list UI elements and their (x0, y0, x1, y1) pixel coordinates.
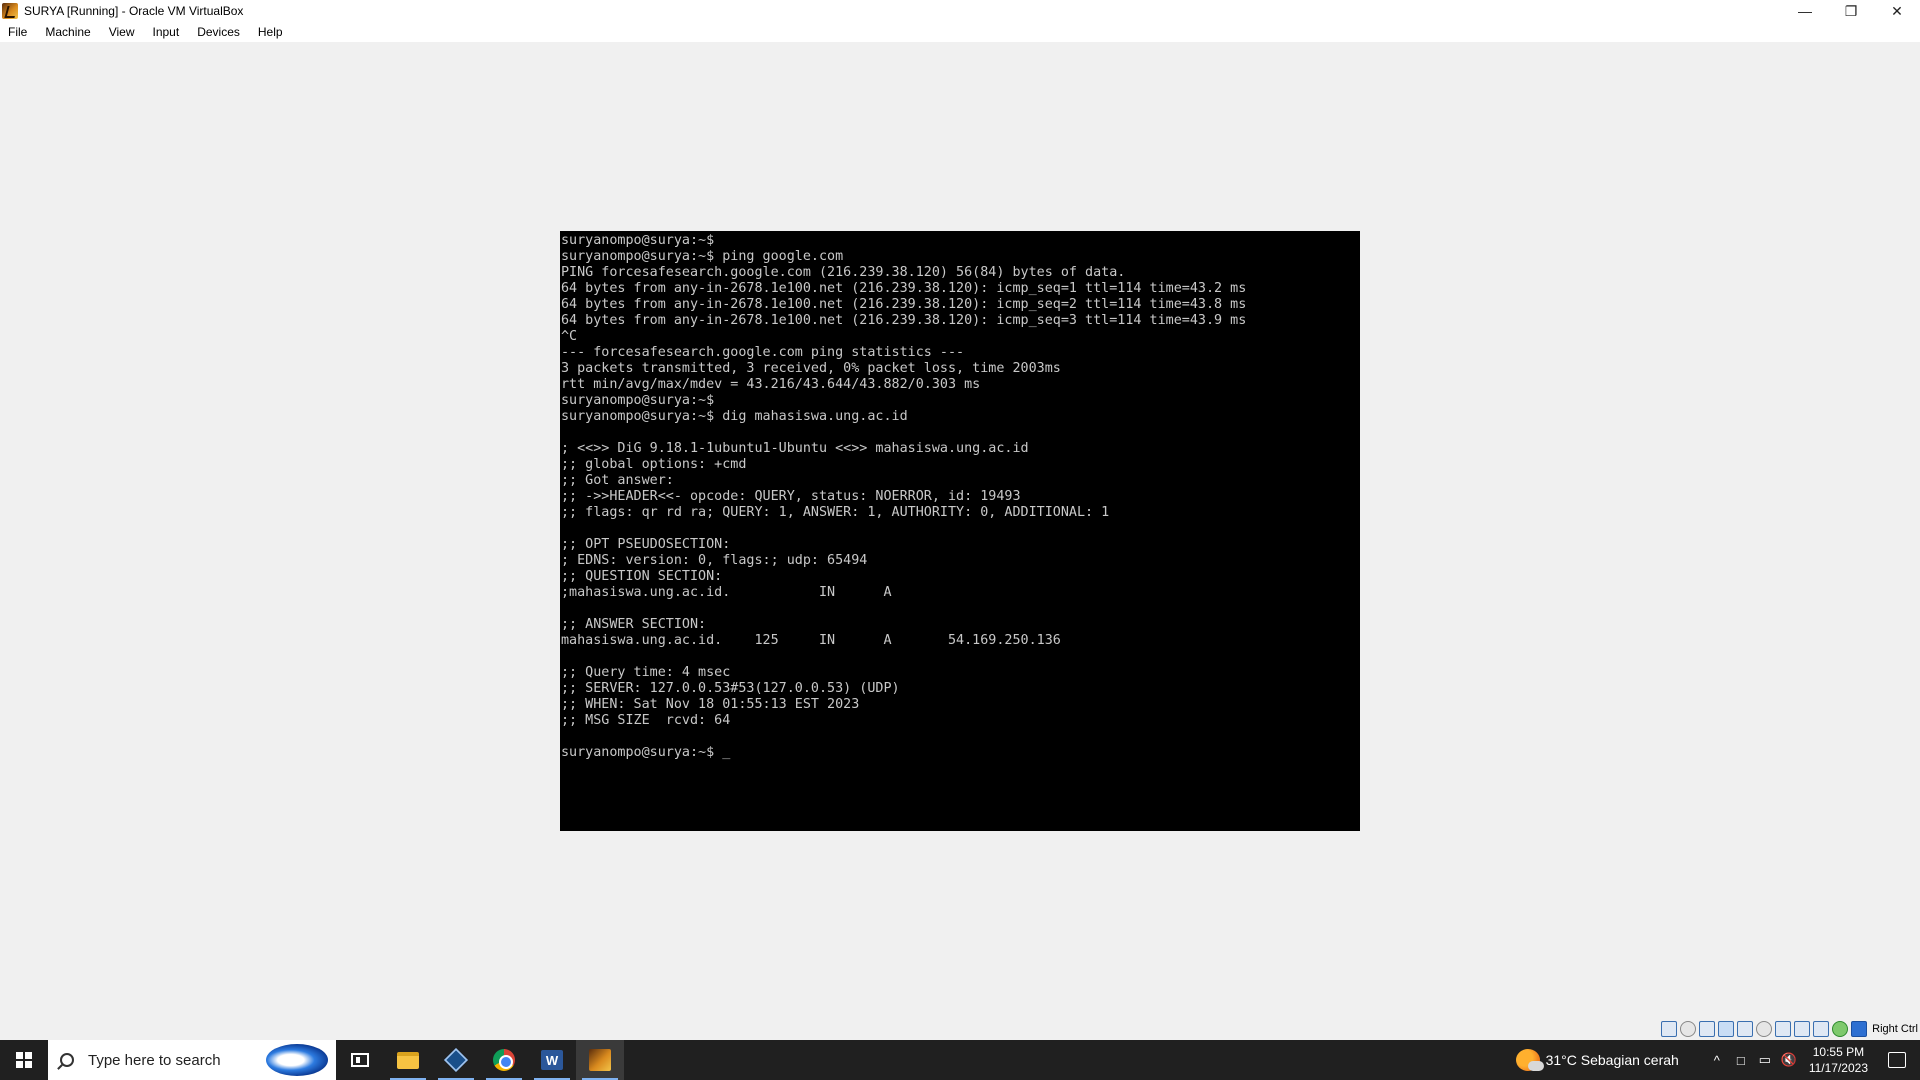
task-view-button[interactable] (336, 1040, 384, 1080)
menu-help[interactable]: Help (252, 23, 289, 41)
mouse-integration-icon[interactable] (1851, 1021, 1868, 1037)
terminal-line: ;; Query time: 4 msec (561, 665, 731, 680)
vm-window-button[interactable] (576, 1040, 624, 1080)
terminal-line: 64 bytes from any-in-2678.1e100.net (216… (561, 313, 1247, 328)
vm-display[interactable]: suryanompo@surya:~$ suryanompo@surya:~$ p… (560, 231, 1360, 831)
terminal-line: suryanompo@surya:~$ (561, 233, 715, 248)
meet-now-icon[interactable]: □ (1729, 1053, 1753, 1068)
word-button[interactable]: W (528, 1040, 576, 1080)
weather-icon[interactable] (1515, 1049, 1544, 1071)
terminal-line: ;; ANSWER SECTION: (561, 617, 707, 632)
clock[interactable]: 10:55 PM 11/17/2023 (1809, 1044, 1868, 1076)
virtualbox-icon (443, 1047, 469, 1073)
taskbar-search-box[interactable]: Type here to search (48, 1040, 336, 1080)
system-tray: 31°C Sebagian cerah ^ □ ▭ 🔇 10:55 PM 11/… (1515, 1040, 1920, 1080)
terminal-line: ^C (561, 329, 578, 344)
terminal-line: ;; SERVER: 127.0.0.53#53(127.0.0.53) (UD… (561, 681, 900, 696)
terminal-line: ;mahasiswa.ung.ac.id. IN A (561, 585, 892, 600)
menu-bar: File Machine View Input Devices Help (0, 22, 1920, 42)
shared-folders-icon[interactable] (1756, 1021, 1773, 1037)
weather-widget[interactable]: 31°C Sebagian cerah (1546, 1052, 1679, 1068)
menu-file[interactable]: File (2, 23, 33, 41)
recording-icon[interactable] (1794, 1021, 1811, 1037)
virtualbox-vm-icon (2, 3, 18, 19)
terminal-line: ;; global options: +cmd (561, 457, 747, 472)
menu-machine[interactable]: Machine (39, 23, 96, 41)
close-button[interactable]: ✕ (1874, 0, 1920, 22)
cpu-icon[interactable] (1813, 1021, 1830, 1037)
word-icon: W (541, 1050, 563, 1070)
search-placeholder: Type here to search (88, 1051, 221, 1069)
terminal-line: ;; Got answer: (561, 473, 674, 488)
terminal-line: ; <<>> DiG 9.18.1-1ubuntu1-Ubuntu <<>> m… (561, 441, 1029, 456)
terminal-line: ;; MSG SIZE rcvd: 64 (561, 713, 731, 728)
clock-date: 11/17/2023 (1808, 1061, 1868, 1075)
vbox-status-bar: Right Ctrl (1661, 1020, 1920, 1038)
terminal-line: ;; OPT PSEUDOSECTION: (561, 537, 731, 552)
terminal-line: 64 bytes from any-in-2678.1e100.net (216… (561, 297, 1247, 312)
host-key-label[interactable]: Right Ctrl (1872, 1023, 1918, 1035)
audio-icon[interactable] (1699, 1021, 1716, 1037)
virtualbox-vm-icon (589, 1049, 611, 1071)
terminal-prompt: suryanompo@surya:~$ (561, 745, 723, 760)
terminal-line: ;; flags: qr rd ra; QUERY: 1, ANSWER: 1,… (561, 505, 1110, 520)
notification-center-icon[interactable] (1888, 1052, 1906, 1068)
terminal-line: suryanompo@surya:~$ dig mahasiswa.ung.ac… (561, 409, 908, 424)
restore-button[interactable]: ❐ (1828, 0, 1874, 22)
terminal-line: 3 packets transmitted, 3 received, 0% pa… (561, 361, 1061, 376)
search-highlight-icon[interactable] (266, 1044, 328, 1076)
hard-disk-icon[interactable] (1661, 1021, 1678, 1037)
optical-drive-icon[interactable] (1680, 1021, 1697, 1037)
chrome-button[interactable] (480, 1040, 528, 1080)
display-icon[interactable] (1775, 1021, 1792, 1037)
clock-time: 10:55 PM (1812, 1045, 1865, 1059)
menu-view[interactable]: View (103, 23, 141, 41)
virtualbox-manager-button[interactable] (432, 1040, 480, 1080)
terminal-line: suryanompo@surya:~$ ping google.com (561, 249, 844, 264)
terminal-line: suryanompo@surya:~$ (561, 393, 715, 408)
guest-additions-icon[interactable] (1832, 1021, 1849, 1037)
terminal-line: 64 bytes from any-in-2678.1e100.net (216… (561, 281, 1247, 296)
window-controls: — ❐ ✕ (1782, 0, 1920, 22)
menu-devices[interactable]: Devices (191, 23, 246, 41)
network-icon[interactable] (1718, 1021, 1735, 1037)
usb-icon[interactable] (1737, 1021, 1754, 1037)
network-tray-icon[interactable]: ▭ (1753, 1052, 1777, 1068)
terminal-line: ;; QUESTION SECTION: (561, 569, 723, 584)
terminal-line: mahasiswa.ung.ac.id. 125 IN A 54.169.250… (561, 633, 1061, 648)
folder-icon (397, 1051, 419, 1069)
terminal-line: ;; ->>HEADER<<- opcode: QUERY, status: N… (561, 489, 1021, 504)
windows-logo-icon (16, 1052, 32, 1068)
chrome-icon (493, 1049, 515, 1071)
terminal-cursor: _ (722, 745, 731, 760)
start-button[interactable] (0, 1040, 48, 1080)
terminal-prompt-line: suryanompo@surya:~$ _ (561, 745, 1360, 761)
terminal-output: suryanompo@surya:~$ suryanompo@surya:~$ p… (560, 231, 1360, 761)
windows-taskbar: Type here to search W 31°C Sebagian cera… (0, 1040, 1920, 1080)
terminal-line: ;; WHEN: Sat Nov 18 01:55:13 EST 2023 (561, 697, 860, 712)
task-view-icon (351, 1053, 369, 1067)
terminal-line: rtt min/avg/max/mdev = 43.216/43.644/43.… (561, 377, 981, 392)
menu-input[interactable]: Input (147, 23, 186, 41)
minimize-button[interactable]: — (1782, 0, 1828, 22)
file-explorer-button[interactable] (384, 1040, 432, 1080)
show-hidden-icons-chevron-icon[interactable]: ^ (1705, 1053, 1729, 1068)
window-title: SURYA [Running] - Oracle VM VirtualBox (24, 4, 244, 18)
window-title-bar[interactable]: SURYA [Running] - Oracle VM VirtualBox —… (0, 0, 1920, 22)
search-icon (60, 1053, 74, 1067)
terminal-line: ; EDNS: version: 0, flags:; udp: 65494 (561, 553, 868, 568)
terminal-line: --- forcesafesearch.google.com ping stat… (561, 345, 965, 360)
volume-muted-icon[interactable]: 🔇 (1777, 1052, 1801, 1068)
terminal-line: PING forcesafesearch.google.com (216.239… (561, 265, 1126, 280)
